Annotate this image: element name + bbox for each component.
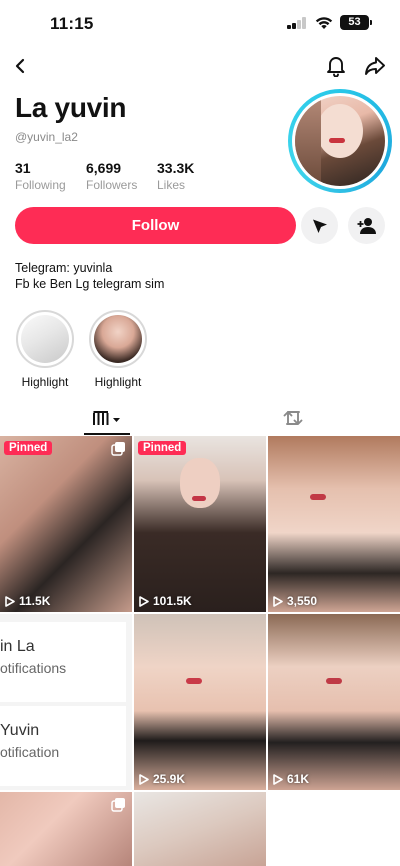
tab-videos[interactable] [84, 400, 130, 436]
avatar[interactable] [288, 89, 392, 193]
avatar-image [295, 96, 385, 186]
followers-count: 6,699 [86, 160, 122, 176]
send-message-icon [312, 219, 327, 233]
profile-name: La yuvin [15, 92, 127, 123]
followers-stat[interactable]: 6,699 Followers [86, 160, 137, 192]
pinned-badge: Pinned [138, 441, 187, 455]
following-stat[interactable]: 31 Following [15, 160, 66, 192]
play-icon [139, 595, 149, 607]
wifi-icon [315, 17, 333, 29]
likes-label: Likes [157, 178, 186, 192]
play-icon [273, 773, 283, 785]
play-icon [139, 773, 149, 785]
video-thumbnail[interactable]: in La otifications Yuvin otification [0, 614, 132, 790]
video-thumbnail[interactable]: Pinned 11.5K [0, 436, 132, 612]
view-count-label: 101.5K [153, 594, 192, 608]
highlight-label: Highlight [21, 375, 69, 389]
add-friend-icon [357, 217, 376, 234]
view-count-label: 3,550 [287, 594, 318, 608]
likes-stat[interactable]: 33.3K Likes [157, 160, 194, 192]
bell-icon [327, 57, 345, 77]
share-button[interactable] [361, 52, 389, 80]
video-thumbnail[interactable] [134, 792, 266, 866]
following-count: 31 [15, 160, 31, 176]
share-icon [365, 57, 385, 75]
followers-label: Followers [86, 178, 138, 192]
status-bar: 11:15 53 [0, 0, 400, 46]
video-thumbnail[interactable]: 61K [268, 614, 400, 790]
video-thumbnail[interactable] [0, 792, 132, 866]
highlight-item[interactable]: Highlight [88, 310, 148, 389]
active-tab-indicator [84, 433, 130, 435]
view-count-label: 61K [287, 772, 310, 786]
view-count-label: 25.9K [153, 772, 186, 786]
screenshot-text: in La [0, 638, 35, 655]
tab-reposts[interactable] [270, 400, 316, 436]
chevron-left-icon [15, 58, 25, 74]
status-time: 11:15 [50, 14, 94, 33]
content-tabs [0, 400, 400, 436]
highlight-cover [16, 310, 74, 368]
repost-icon [283, 411, 303, 425]
profile-handle: @yuvin_la2 [15, 130, 78, 144]
likes-count: 33.3K [157, 160, 195, 176]
screenshot-text: otifications [0, 660, 67, 676]
battery-indicator: 53 [340, 15, 372, 30]
video-grid: Pinned 11.5K Pinned 101.5K 3,550 in La o… [0, 436, 400, 866]
view-count: 61K [273, 772, 309, 786]
view-count-label: 11.5K [19, 594, 51, 608]
play-icon [5, 595, 15, 607]
bio-line-facebook: Fb ke Ben Lg telegram sim [15, 277, 165, 291]
view-count: 101.5K [139, 594, 192, 608]
video-thumbnail[interactable]: 25.9K [134, 614, 266, 790]
highlight-item[interactable]: Highlight [15, 310, 75, 389]
add-friend-button[interactable] [348, 207, 385, 244]
screenshot-text: otification [0, 744, 60, 760]
multi-photo-icon [111, 798, 125, 812]
view-count: 3,550 [273, 594, 317, 608]
screenshot-text: Yuvin [0, 722, 40, 739]
view-count: 25.9K [139, 772, 185, 786]
pinned-badge: Pinned [4, 441, 53, 455]
bio-line-telegram: Telegram: yuvinla [15, 261, 113, 275]
play-icon [273, 595, 283, 607]
following-label: Following [15, 178, 66, 192]
message-button[interactable] [301, 207, 338, 244]
video-thumbnail[interactable]: Pinned 101.5K [134, 436, 266, 612]
multi-photo-icon [111, 442, 125, 456]
view-count: 11.5K [5, 594, 50, 608]
follow-button[interactable]: Follow [15, 207, 296, 244]
highlight-cover [89, 310, 147, 368]
video-thumbnail[interactable]: 3,550 [268, 436, 400, 612]
back-button[interactable] [6, 52, 34, 80]
highlight-label: Highlight [94, 375, 142, 389]
grid-icon [93, 411, 120, 425]
notifications-button[interactable] [322, 52, 350, 80]
cellular-signal-icon [287, 17, 307, 29]
empty-grid-cell [268, 792, 400, 866]
